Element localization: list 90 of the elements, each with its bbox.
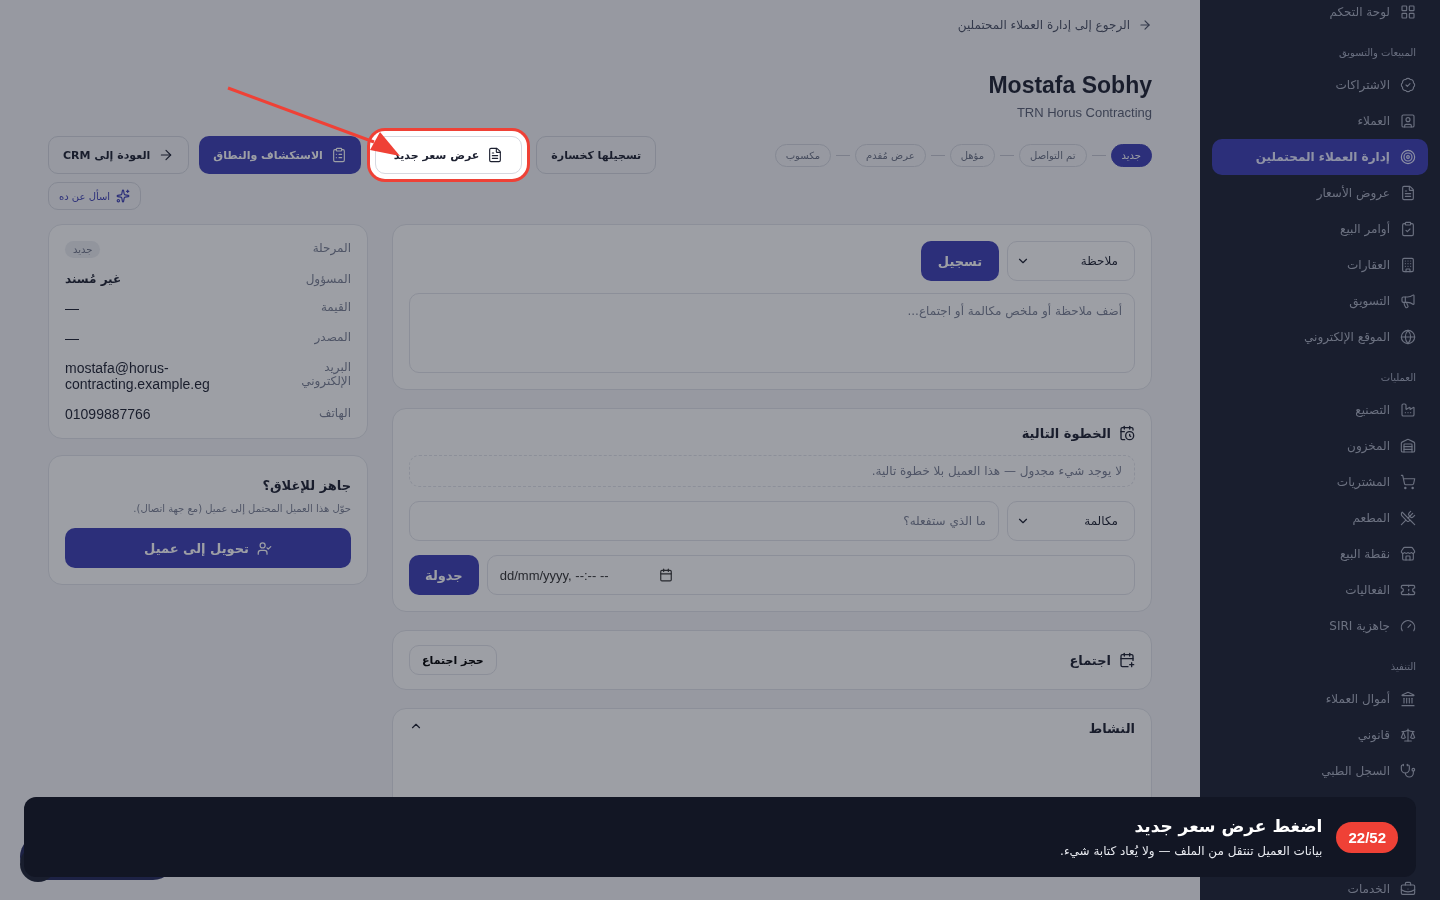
detail-value: غير مُسند: [65, 272, 122, 286]
empty-state-text: لا يوجد شيء مجدول — هذا العميل بلا خطوة تالية.: [409, 455, 1135, 487]
mark-lost-button[interactable]: تسجيلها كخسارة: [536, 136, 657, 174]
calendar-plus-icon: [1119, 652, 1135, 668]
sidebar-item-icon: [1400, 185, 1416, 201]
sidebar-item[interactable]: الموقع الإلكتروني: [1212, 319, 1428, 355]
section-title: التنفيذ: [1389, 660, 1417, 674]
sidebar-item-icon: [1400, 691, 1416, 707]
sidebar-item[interactable]: العقارات: [1212, 247, 1428, 283]
user-icon: [256, 540, 272, 556]
card-description: حوّل هذا العميل المحتمل إلى عميل (مع جهة اتصال).: [132, 503, 351, 514]
sidebar-item[interactable]: الخدمات: [1212, 871, 1428, 900]
detail-value: mostafa@horus-contracting.example.eg: [65, 360, 211, 392]
step-counter: 22/52: [1336, 821, 1398, 853]
note-textarea[interactable]: أضف ملاحظة أو ملخص مكالمة أو اجتماع...: [409, 293, 1135, 373]
calendar-clock-icon: [1119, 425, 1135, 441]
sidebar-item[interactable]: المطعم: [1212, 500, 1428, 536]
company-name: TRN Horus Contracting: [1015, 105, 1152, 120]
section-title: العمليات: [1379, 371, 1417, 385]
step-type-select[interactable]: مكالمة: [1007, 501, 1135, 541]
sidebar-item-icon: [1400, 77, 1416, 93]
book-meeting-button[interactable]: حجز اجتماع: [409, 645, 497, 675]
stage-pill[interactable]: جديد: [1110, 143, 1152, 167]
back-to-crm-button[interactable]: العودة إلى CRM: [48, 136, 190, 174]
sidebar-item[interactable]: المشتريات: [1212, 464, 1428, 500]
section-title: النشاط: [1088, 721, 1135, 736]
discovery-scope-button[interactable]: الاستكشاف والنطاق: [199, 136, 361, 174]
sidebar-item-icon: [1400, 257, 1416, 273]
sidebar-item-icon: [1400, 4, 1416, 20]
detail-label: المرحلة: [311, 241, 351, 255]
sparkle-icon: [116, 189, 131, 203]
sidebar-item-icon: [1400, 149, 1416, 165]
sidebar-item-icon: [1400, 329, 1416, 345]
sidebar-item-icon: [1400, 881, 1416, 897]
detail-value: 01099887766: [65, 406, 151, 422]
sidebar-item-icon: [1400, 582, 1416, 598]
detail-label: المصدر: [313, 330, 351, 344]
ask-button[interactable]: اسأل عن ده: [48, 182, 142, 210]
calendar-icon: [658, 568, 673, 582]
sidebar-item[interactable]: العملاء: [1212, 103, 1428, 139]
sidebar-item[interactable]: السجل الطبي: [1212, 753, 1428, 789]
sidebar-item-icon: [1400, 510, 1416, 526]
sidebar-item-icon: [1400, 474, 1416, 490]
tour-text: بيانات العميل تنتقل من الملف — ولا يُعاد كتابة شيء.: [1060, 844, 1323, 858]
stage-pill[interactable]: مؤهل: [949, 143, 996, 167]
schedule-button[interactable]: جدولة: [409, 555, 479, 595]
sidebar-item[interactable]: التصنيع: [1212, 392, 1428, 428]
sidebar-item[interactable]: إدارة العملاء المحتملين: [1212, 139, 1428, 175]
sidebar-item[interactable]: نقطة البيع: [1212, 536, 1428, 572]
sidebar-item[interactable]: أوامر البيع: [1212, 211, 1428, 247]
stage-pill[interactable]: عرض مُقدم: [855, 143, 926, 167]
detail-label: القيمة: [319, 300, 351, 314]
convert-button[interactable]: تحويل إلى عميل: [65, 528, 351, 568]
sidebar-item-icon: [1400, 113, 1416, 129]
card-title: جاهز للإغلاق؟: [261, 478, 351, 493]
sidebar-item[interactable]: الفعاليات: [1212, 572, 1428, 608]
step-input[interactable]: ما الذي ستفعله؟: [409, 501, 999, 541]
detail-value: —: [65, 330, 79, 346]
sidebar-item-icon: [1400, 293, 1416, 309]
sidebar-item[interactable]: جاهزية SIRI: [1212, 608, 1428, 644]
note-type-select[interactable]: ملاحظة: [1007, 241, 1135, 281]
sidebar-item-icon: [1400, 763, 1416, 779]
sidebar-item[interactable]: المخزون: [1212, 428, 1428, 464]
stage-badge: جديد: [65, 241, 101, 258]
stage-pill[interactable]: تم التواصل: [1019, 143, 1087, 167]
sidebar-item-icon: [1400, 221, 1416, 237]
detail-label: الهاتف: [318, 406, 351, 420]
sidebar-item[interactable]: أموال العملاء: [1212, 681, 1428, 717]
sidebar-item[interactable]: قانوني: [1212, 717, 1428, 753]
sidebar-item[interactable]: الاشتراكات: [1212, 67, 1428, 103]
sidebar-item-icon: [1400, 438, 1416, 454]
detail-label: البريد الإلكتروني: [300, 360, 351, 388]
section-title: الخطوة التالية: [409, 425, 1135, 441]
datetime-field[interactable]: dd/mm/yyyy, --:-- --: [486, 555, 1135, 595]
back-link[interactable]: الرجوع إلى إدارة العملاء المحتملين: [957, 18, 1152, 32]
detail-label: المسؤول: [304, 272, 351, 286]
sidebar-item[interactable]: التسويق: [1212, 283, 1428, 319]
section-title: المبيعات والتسويق: [1338, 46, 1417, 61]
sidebar-item-icon: [1400, 402, 1416, 418]
sidebar-item-icon: [1400, 546, 1416, 562]
tour-title: اضغط عرض سعر جديد: [1133, 816, 1323, 836]
sidebar-item[interactable]: عروض الأسعار: [1212, 175, 1428, 211]
detail-value: —: [65, 300, 79, 316]
log-button[interactable]: تسجيل: [921, 241, 999, 281]
sidebar-item-icon: [1400, 618, 1416, 634]
lead-name: Mostafa Sobhy: [987, 72, 1152, 99]
section-title: اجتماع: [1069, 652, 1135, 668]
sidebar-item-icon: [1400, 727, 1416, 743]
stage-pill[interactable]: مكسوب: [774, 143, 832, 167]
sidebar-item[interactable]: لوحة التحكم: [1212, 0, 1428, 30]
